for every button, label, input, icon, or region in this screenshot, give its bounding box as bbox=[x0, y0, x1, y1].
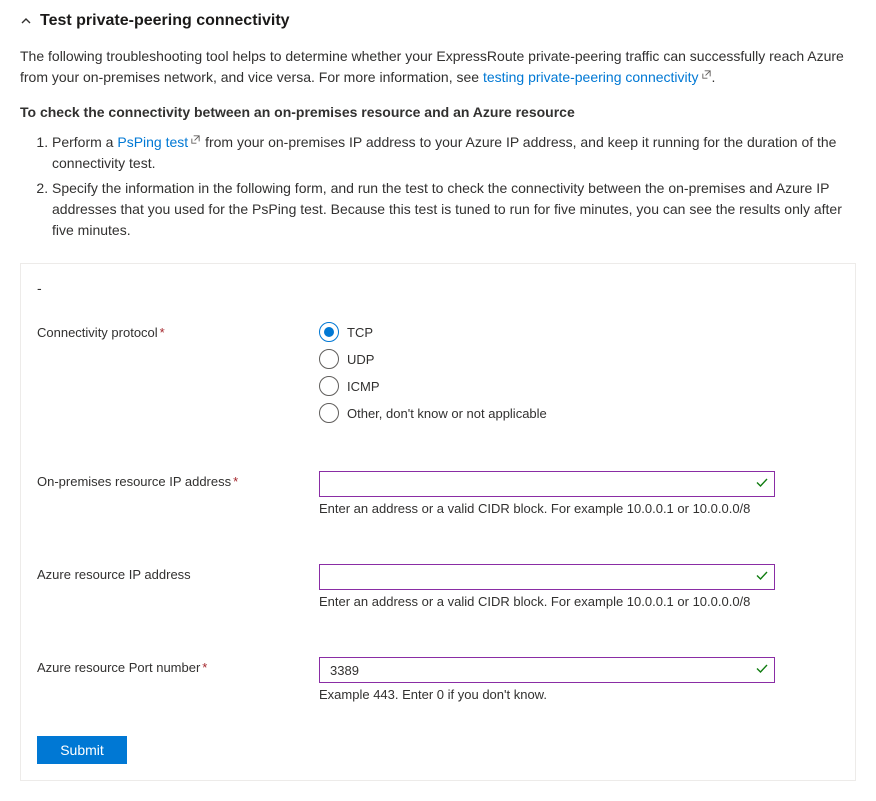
intro-text-before: The following troubleshooting tool helps… bbox=[20, 48, 844, 85]
azure-ip-hint: Enter an address or a valid CIDR block. … bbox=[319, 594, 775, 609]
steps-list: Perform a PsPing test from your on-premi… bbox=[0, 132, 876, 263]
onprem-ip-input[interactable] bbox=[319, 471, 775, 497]
radio-circle-icon bbox=[319, 376, 339, 396]
panel-dash: - bbox=[21, 280, 855, 312]
collapse-chevron-icon[interactable] bbox=[20, 15, 32, 27]
psping-link[interactable]: PsPing test bbox=[117, 134, 201, 150]
intro-text-after: . bbox=[712, 69, 716, 85]
protocol-radio-group: TCP UDP ICMP Other, don't know or not ap… bbox=[319, 322, 775, 423]
doc-link[interactable]: testing private-peering connectivity bbox=[483, 69, 712, 85]
radio-tcp[interactable]: TCP bbox=[319, 322, 775, 342]
required-mark: * bbox=[233, 474, 238, 489]
radio-udp[interactable]: UDP bbox=[319, 349, 775, 369]
required-mark: * bbox=[160, 325, 165, 340]
submit-button[interactable]: Submit bbox=[37, 736, 127, 764]
azure-port-label: Azure resource Port number* bbox=[37, 657, 319, 675]
subheading: To check the connectivity between an on-… bbox=[0, 104, 876, 132]
azure-port-input[interactable] bbox=[319, 657, 775, 683]
radio-other[interactable]: Other, don't know or not applicable bbox=[319, 403, 775, 423]
onprem-ip-label: On-premises resource IP address* bbox=[37, 471, 319, 489]
radio-circle-icon bbox=[319, 322, 339, 342]
azure-ip-label: Azure resource IP address bbox=[37, 564, 319, 582]
form-panel: - Connectivity protocol* TCP UDP ICMP bbox=[20, 263, 856, 781]
azure-port-hint: Example 443. Enter 0 if you don't know. bbox=[319, 687, 775, 702]
radio-circle-icon bbox=[319, 403, 339, 423]
protocol-label: Connectivity protocol* bbox=[37, 322, 319, 340]
radio-circle-icon bbox=[319, 349, 339, 369]
azure-ip-input[interactable] bbox=[319, 564, 775, 590]
step-2: Specify the information in the following… bbox=[52, 178, 856, 241]
external-link-icon bbox=[701, 69, 712, 80]
step-1: Perform a PsPing test from your on-premi… bbox=[52, 132, 856, 174]
external-link-icon bbox=[190, 134, 201, 145]
radio-icmp[interactable]: ICMP bbox=[319, 376, 775, 396]
section-title: Test private-peering connectivity bbox=[40, 12, 290, 30]
intro-paragraph: The following troubleshooting tool helps… bbox=[0, 38, 876, 104]
required-mark: * bbox=[202, 660, 207, 675]
onprem-ip-hint: Enter an address or a valid CIDR block. … bbox=[319, 501, 775, 516]
